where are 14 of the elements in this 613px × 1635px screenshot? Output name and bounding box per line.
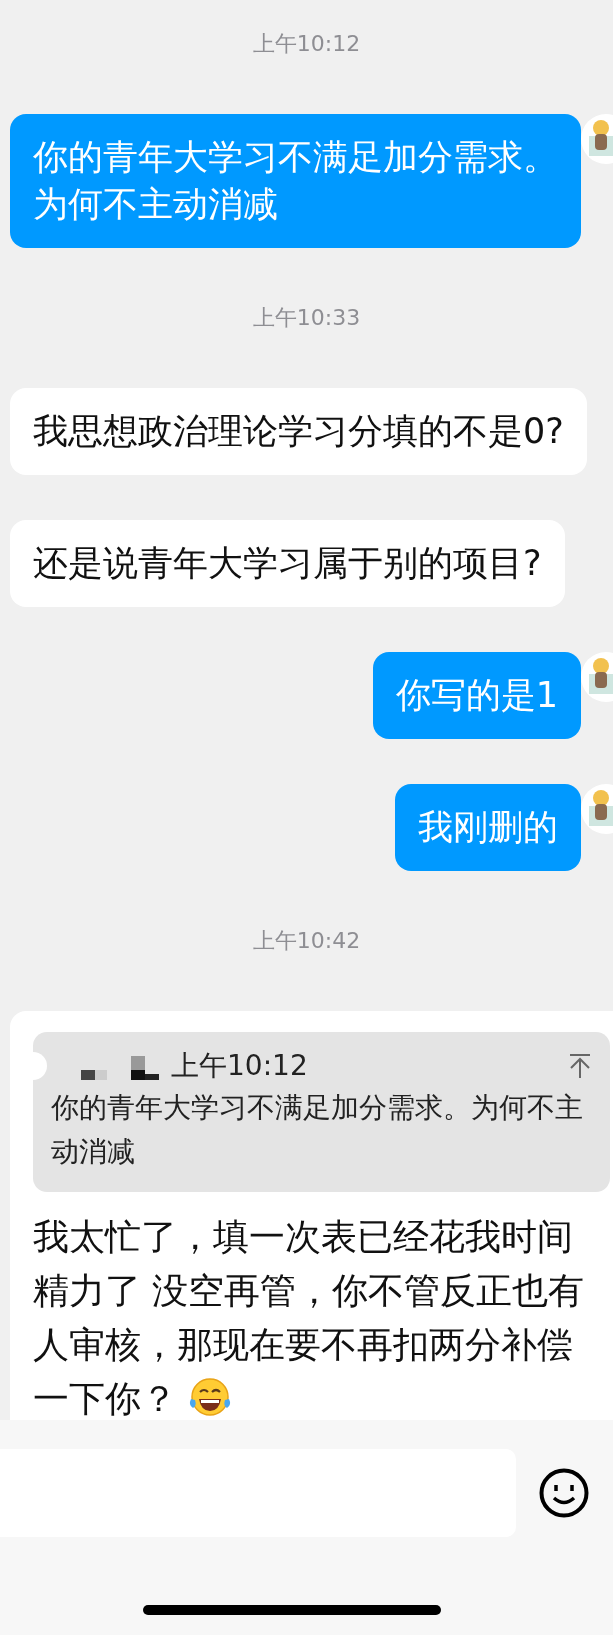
received-message: 还是说青年大学习属于别的项目?: [10, 520, 565, 607]
emoji-button-icon[interactable]: [539, 1468, 589, 1518]
quoted-text: 你的青年大学习不满足加分需求。为何不主动消减: [51, 1090, 584, 1170]
message-text: 我太忙了，填一次表已经花我时间精力了 没空再管，你不管反正也有人审核，那现在要不再扣两分补偿一下你？: [33, 1215, 586, 1420]
timestamp: 上午10:33: [251, 305, 362, 331]
quoted-message[interactable]: 上午10:12 你的青年大学习不满足加分需求。为何不主动消减: [33, 1032, 610, 1192]
sent-message: 我刚删的: [395, 784, 581, 871]
sent-message: 你的青年大学习不满足加分需求。 为何不主动消减: [10, 114, 581, 248]
jump-to-top-icon[interactable]: [568, 1053, 592, 1079]
quoted-time: 上午10:12: [171, 1048, 308, 1084]
sent-message: 你写的是1: [372, 652, 581, 739]
timestamp: 上午10:42: [251, 928, 362, 954]
received-message: 我思想政治理论学习分填的不是0?: [10, 388, 587, 475]
timestamp: 上午10:12: [251, 31, 362, 57]
